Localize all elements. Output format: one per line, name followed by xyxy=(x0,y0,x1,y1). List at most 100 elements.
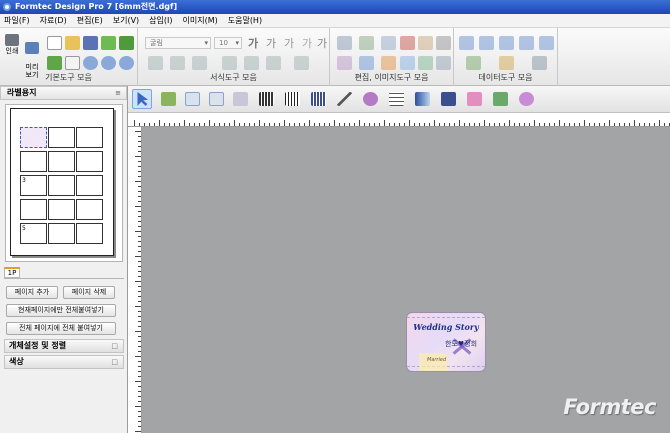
label-cell-1[interactable] xyxy=(20,127,47,148)
rotate-icon[interactable] xyxy=(381,56,396,70)
label-cell-15[interactable] xyxy=(76,223,103,244)
line-tool[interactable] xyxy=(334,89,354,109)
textbox-tool[interactable] xyxy=(182,89,202,109)
merge-field-tool[interactable] xyxy=(230,89,250,109)
label-cell-14[interactable] xyxy=(48,223,75,244)
color-section[interactable]: 색상 □ xyxy=(4,355,124,369)
serial-number-tool[interactable] xyxy=(308,89,328,109)
select-tool[interactable] xyxy=(132,89,152,109)
font-select[interactable]: 굴림 xyxy=(145,37,211,49)
new-doc-icon[interactable] xyxy=(47,36,62,50)
label-cell-4[interactable] xyxy=(20,151,47,172)
refresh-icon[interactable] xyxy=(119,36,134,50)
clipart-tool[interactable] xyxy=(464,89,484,109)
data-search-icon[interactable] xyxy=(499,36,514,50)
label-cell-13[interactable]: 5 xyxy=(20,223,47,244)
preview-button[interactable]: 미리 보기 xyxy=(23,34,41,79)
label-cell-2[interactable] xyxy=(48,127,75,148)
ruler-tick xyxy=(569,123,570,126)
zoom-in-icon[interactable] xyxy=(83,56,98,70)
ruler-tick xyxy=(138,241,141,242)
export-icon[interactable] xyxy=(101,36,116,50)
valign-bottom-icon[interactable] xyxy=(266,56,281,70)
label-cell-6[interactable] xyxy=(76,151,103,172)
gradient-tool[interactable] xyxy=(412,89,432,109)
panel-menu-icon[interactable]: ≡ xyxy=(115,87,121,99)
image-tool[interactable] xyxy=(490,89,510,109)
save-icon[interactable] xyxy=(83,36,98,50)
cut-icon[interactable] xyxy=(400,36,415,50)
trash-icon[interactable] xyxy=(436,36,451,50)
paste-icon[interactable] xyxy=(381,36,396,50)
photo-tool[interactable] xyxy=(516,89,536,109)
font-size-select[interactable]: 10 xyxy=(214,37,242,49)
label-cell-11[interactable] xyxy=(48,199,75,220)
zoom-fit-icon[interactable] xyxy=(119,56,134,70)
flip-icon[interactable] xyxy=(400,56,415,70)
align-right-icon[interactable] xyxy=(192,56,207,70)
label-cell-9[interactable] xyxy=(76,175,103,196)
font-effect-outline[interactable]: 가 xyxy=(284,35,294,51)
menu-file[interactable]: 파일(F) xyxy=(4,15,30,26)
label-cell-10[interactable] xyxy=(20,199,47,220)
label-cell-12[interactable] xyxy=(76,199,103,220)
data-last-icon[interactable] xyxy=(539,36,554,50)
shape-tool[interactable] xyxy=(360,89,380,109)
ruler-tick xyxy=(504,123,505,126)
valign-top-icon[interactable] xyxy=(222,56,237,70)
print-button[interactable]: 인쇄 xyxy=(3,34,21,60)
edit-page-icon[interactable] xyxy=(47,56,62,70)
table-tool[interactable] xyxy=(386,89,406,109)
clipboard-icon[interactable] xyxy=(418,36,433,50)
label-object[interactable]: Wedding Story 한도♥정희 Married xyxy=(406,312,486,372)
open-folder-icon[interactable] xyxy=(65,36,80,50)
blank-page-icon[interactable] xyxy=(65,56,80,70)
label-cell-8[interactable] xyxy=(48,175,75,196)
text-tool[interactable] xyxy=(158,89,178,109)
paste-all-pages-button[interactable]: 전체 페이지에 전체 붙여넣기 xyxy=(6,322,116,335)
menu-insert[interactable]: 삽입(I) xyxy=(149,15,172,26)
data-link-icon[interactable] xyxy=(499,56,514,70)
data-next-icon[interactable] xyxy=(519,36,534,50)
menu-image[interactable]: 이미지(M) xyxy=(183,15,218,26)
font-effect-shadow[interactable]: 가 xyxy=(266,35,276,51)
menu-edit[interactable]: 편집(E) xyxy=(77,15,103,26)
object-settings-section[interactable]: 개체설정 및 정렬 □ xyxy=(4,339,124,353)
align-left-icon[interactable] xyxy=(148,56,163,70)
crop-icon[interactable] xyxy=(418,56,433,70)
align-center-icon[interactable] xyxy=(170,56,185,70)
word-art-tool[interactable] xyxy=(438,89,458,109)
data-prev-icon[interactable] xyxy=(479,36,494,50)
menu-data[interactable]: 자료(D) xyxy=(40,15,67,26)
font-effect-emboss[interactable]: 가 xyxy=(302,35,312,51)
menu-help[interactable]: 도움말(H) xyxy=(228,15,262,26)
font-effect-engrave[interactable]: 가 xyxy=(317,35,327,51)
ruler-tick xyxy=(154,123,155,126)
text-direction-icon[interactable] xyxy=(294,56,309,70)
group-icon[interactable] xyxy=(337,36,352,50)
delete-page-button[interactable]: 페이지 삭제 xyxy=(63,286,115,299)
ruler-tick xyxy=(349,123,350,126)
label-cell-5[interactable] xyxy=(48,151,75,172)
copy-icon[interactable] xyxy=(359,36,374,50)
ruler-tick xyxy=(138,351,141,352)
font-effect-bold[interactable]: 가 xyxy=(248,35,258,51)
menu-view[interactable]: 보기(V) xyxy=(113,15,139,26)
image-filter-icon[interactable] xyxy=(359,56,374,70)
valign-middle-icon[interactable] xyxy=(244,56,259,70)
label-cell-3[interactable] xyxy=(76,127,103,148)
add-page-button[interactable]: 페이지 추가 xyxy=(6,286,58,299)
data-first-icon[interactable] xyxy=(459,36,474,50)
page-tab-1[interactable]: 1P xyxy=(4,267,20,278)
ungroup-icon[interactable] xyxy=(337,56,352,70)
zoom-out-icon[interactable] xyxy=(101,56,116,70)
vertical-text-tool[interactable] xyxy=(206,89,226,109)
data-settings-icon[interactable] xyxy=(532,56,547,70)
barcode-tool[interactable] xyxy=(282,89,302,109)
paste-current-page-button[interactable]: 현재페이지에만 전체붙여넣기 xyxy=(6,304,116,317)
qr-code-tool[interactable] xyxy=(256,89,276,109)
mirror-icon[interactable] xyxy=(436,56,451,70)
design-canvas[interactable] xyxy=(142,127,670,433)
data-edit-icon[interactable] xyxy=(466,56,481,70)
label-cell-7[interactable]: 3 xyxy=(20,175,47,196)
